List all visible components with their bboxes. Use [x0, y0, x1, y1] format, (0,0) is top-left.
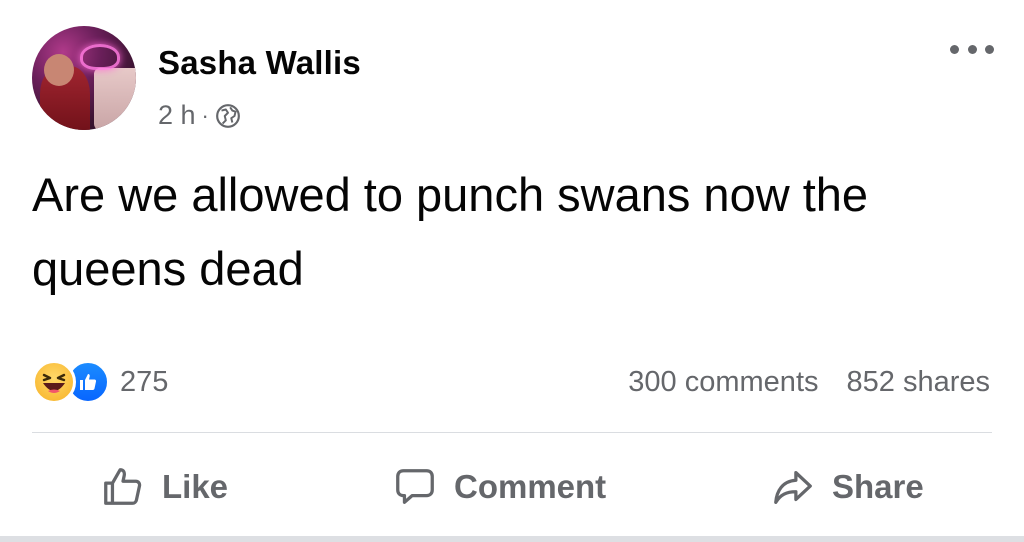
- bottom-separator: [0, 536, 1024, 542]
- more-options-icon[interactable]: [950, 38, 994, 60]
- author-avatar[interactable]: [32, 26, 136, 130]
- share-label: Share: [832, 468, 924, 505]
- shares-count[interactable]: 852 shares: [847, 366, 991, 399]
- globe-icon[interactable]: [215, 103, 241, 129]
- reaction-summary[interactable]: 275: [32, 360, 168, 404]
- comment-button[interactable]: Comment: [392, 455, 606, 519]
- like-label: Like: [162, 468, 229, 505]
- author-name[interactable]: Sasha Wallis: [158, 44, 361, 82]
- post-meta: 2 h ·: [158, 100, 241, 131]
- share-arrow-icon: [774, 470, 812, 504]
- avatar-neon-sign: [80, 44, 120, 70]
- meta-separator: ·: [201, 102, 209, 128]
- comments-count[interactable]: 300 comments: [628, 366, 818, 399]
- haha-reaction-icon: [32, 360, 76, 404]
- action-bar: Like Comment Share: [0, 455, 1024, 519]
- post-time[interactable]: 2 h: [158, 100, 196, 131]
- share-button[interactable]: Share: [770, 455, 924, 519]
- comment-label: Comment: [454, 468, 607, 505]
- avatar-face: [44, 54, 74, 86]
- post-card: Sasha Wallis 2 h · Are we allowed to pun…: [0, 0, 1024, 542]
- engagement-stats: 300 comments 852 shares: [628, 366, 990, 399]
- avatar-background: [94, 68, 136, 130]
- post-text: Are we allowed to punch swans now the qu…: [32, 168, 869, 295]
- divider: [32, 432, 992, 433]
- reaction-count: 275: [120, 365, 169, 398]
- like-button[interactable]: Like: [100, 455, 228, 519]
- thumbs-up-icon: [104, 468, 142, 505]
- comment-bubble-icon: [396, 469, 434, 504]
